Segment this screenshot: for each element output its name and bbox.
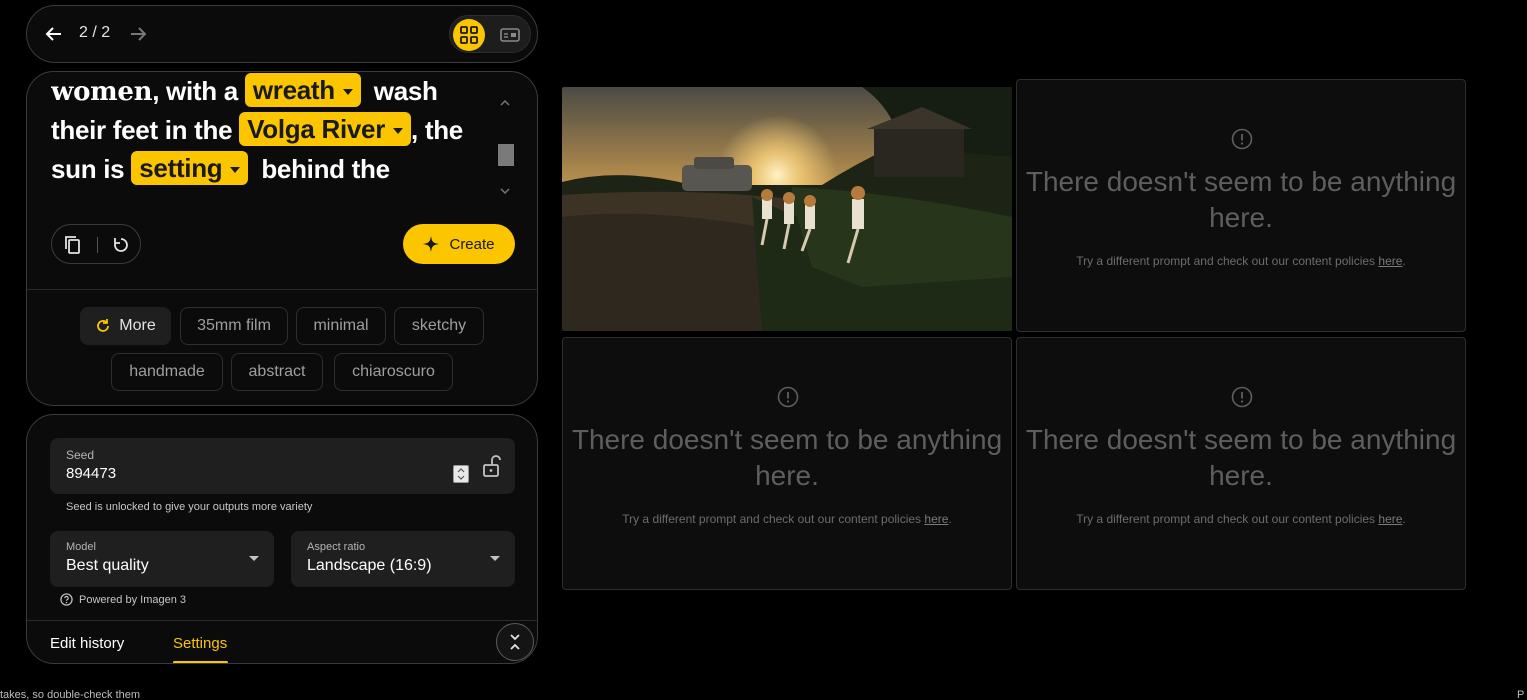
chevron-down-icon: [342, 89, 353, 96]
empty-subtitle: Try a different prompt and check out our…: [622, 512, 952, 526]
active-tab-indicator: [173, 661, 228, 663]
model-label: Model: [66, 541, 96, 553]
reset-icon[interactable]: [110, 234, 132, 256]
prompt-text-segment: wash: [373, 76, 438, 106]
more-styles-button[interactable]: More: [80, 307, 171, 345]
dropdown-caret-icon: [249, 556, 259, 561]
scroll-down-icon[interactable]: [497, 184, 513, 198]
view-toggle: [449, 15, 531, 53]
alert-icon: [777, 386, 799, 408]
seed-label: Seed: [66, 448, 95, 462]
prompt-text-segment: behind the: [261, 154, 390, 184]
seed-value[interactable]: 894473: [66, 465, 116, 482]
scrollbar-thumb[interactable]: [498, 144, 514, 166]
content-policies-link[interactable]: here: [1378, 254, 1402, 268]
chevron-down-icon: [393, 128, 404, 135]
create-label: Create: [449, 235, 495, 253]
single-view-icon[interactable]: [494, 19, 526, 51]
content-policies-link[interactable]: here: [924, 512, 948, 526]
chip-label: setting: [139, 153, 223, 183]
model-value: Best quality: [66, 557, 149, 574]
empty-title: There doesn't seem to be anything here.: [571, 424, 1003, 491]
empty-result-card: There doesn't seem to be anything here. …: [1016, 79, 1466, 332]
prompt-chip-wreath[interactable]: wreath: [244, 73, 361, 107]
style-chip[interactable]: chiaroscuro: [334, 353, 453, 391]
alert-icon: [1231, 128, 1253, 150]
empty-result-card: There doesn't seem to be anything here. …: [562, 337, 1012, 590]
aspect-ratio-label: Aspect ratio: [307, 541, 366, 553]
empty-title: There doesn't seem to be anything here.: [1025, 166, 1457, 233]
prompt-panel: women, with a wreath wash their feet in …: [26, 71, 538, 406]
forward-arrow-icon[interactable]: [123, 19, 153, 49]
powered-by: Powered by Imagen 3: [60, 593, 186, 606]
footer-disclaimer: takes, so double-check them: [0, 689, 141, 700]
chevron-down-icon: [230, 167, 241, 174]
seed-field[interactable]: Seed 894473: [50, 438, 515, 494]
prompt-text-segment: , with a: [152, 76, 245, 106]
result-navigator: 2 / 2: [26, 5, 538, 63]
generated-image[interactable]: [562, 87, 1012, 331]
alert-icon: [1231, 386, 1253, 408]
chip-label: wreath: [252, 75, 335, 105]
grid-view-icon[interactable]: [453, 19, 485, 51]
empty-subtitle: Try a different prompt and check out our…: [1076, 512, 1406, 526]
sparkle-icon: [423, 236, 440, 252]
back-arrow-icon[interactable]: [39, 19, 69, 49]
divider: [97, 237, 98, 253]
seed-note: Seed is unlocked to give your outputs mo…: [66, 501, 313, 513]
collapse-icon: [510, 634, 520, 650]
aspect-ratio-value: Landscape (16:9): [307, 557, 432, 574]
divider: [27, 620, 537, 621]
collapse-button[interactable]: [496, 623, 534, 661]
aspect-ratio-select[interactable]: Aspect ratio Landscape (16:9): [291, 531, 515, 587]
prompt-text-segment: their feet in the: [51, 115, 240, 145]
settings-panel: Seed 894473 Seed is unlocked to give you…: [26, 414, 538, 664]
refresh-icon: [97, 319, 110, 332]
footer-right-text: P: [1517, 689, 1525, 700]
more-label: More: [119, 317, 156, 334]
prompt-text-segment: , the: [411, 115, 463, 145]
page-counter: 2 / 2: [79, 24, 111, 41]
prompt-chip-setting[interactable]: setting: [131, 151, 249, 185]
empty-result-card: There doesn't seem to be anything here. …: [1016, 337, 1466, 590]
content-policies-link[interactable]: here: [1378, 512, 1402, 526]
divider: [27, 289, 537, 290]
tab-settings[interactable]: Settings: [173, 635, 227, 652]
empty-subtitle: Try a different prompt and check out our…: [1076, 254, 1406, 268]
scroll-up-icon[interactable]: [497, 96, 513, 110]
prompt-text-segment: sun is: [51, 154, 132, 184]
style-chip[interactable]: minimal: [296, 307, 386, 345]
chip-label: Volga River: [247, 114, 386, 144]
prompt-chip-volga-river[interactable]: Volga River: [239, 112, 412, 146]
create-button[interactable]: Create: [403, 224, 515, 264]
style-chip[interactable]: sketchy: [394, 307, 484, 345]
style-chip[interactable]: handmade: [111, 353, 223, 391]
prompt-word: women: [51, 77, 153, 107]
help-icon[interactable]: [60, 593, 73, 606]
prompt-editor[interactable]: women, with a wreath wash their feet in …: [51, 72, 491, 198]
style-chip[interactable]: 35mm film: [180, 307, 288, 345]
empty-title: There doesn't seem to be anything here.: [1025, 424, 1457, 491]
unlock-icon[interactable]: [481, 454, 501, 478]
powered-by-label: Powered by Imagen 3: [79, 593, 187, 606]
dropdown-caret-icon: [490, 556, 500, 561]
prompt-tools: [51, 224, 141, 264]
copy-icon[interactable]: [62, 234, 84, 256]
tab-edit-history[interactable]: Edit history: [50, 635, 124, 652]
model-select[interactable]: Model Best quality: [50, 531, 274, 587]
seed-stepper[interactable]: [453, 465, 469, 483]
style-chip[interactable]: abstract: [231, 353, 323, 391]
